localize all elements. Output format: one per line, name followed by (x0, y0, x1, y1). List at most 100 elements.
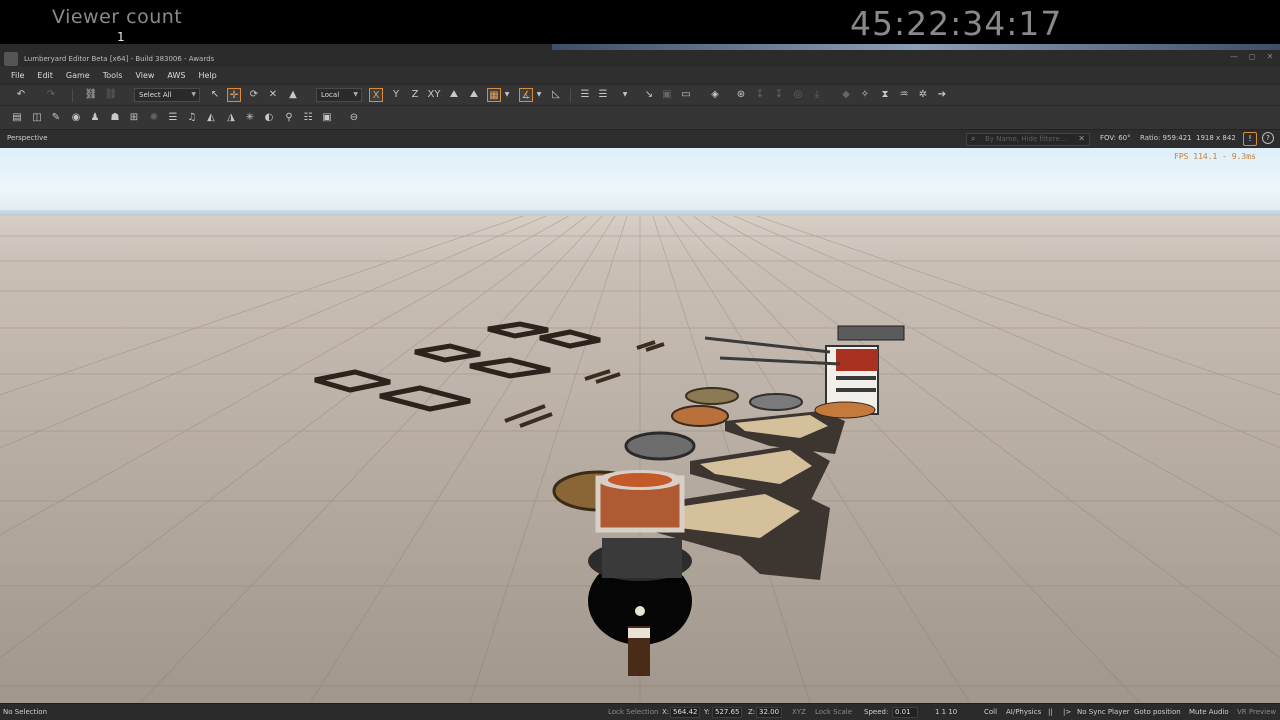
y-field[interactable]: 527.65 (712, 707, 742, 718)
resolution-readout[interactable]: 1918 x 842 (1196, 134, 1236, 142)
entity-icon[interactable]: ⊞ (127, 111, 141, 125)
camera-icon[interactable]: ▣ (660, 88, 674, 102)
checker-ground (0, 175, 1280, 703)
align-grid-icon[interactable]: ↧ (772, 88, 786, 102)
audio-icon[interactable]: ♒ (897, 88, 911, 102)
chevron-down-icon: ▼ (191, 91, 196, 98)
fps-readout: FPS 114.1 - 9.3ms (1174, 152, 1256, 161)
menu-help[interactable]: Help (198, 71, 216, 80)
track-icon[interactable]: ☰ (166, 111, 180, 125)
vertex-snap-icon[interactable]: ◆ (839, 88, 853, 102)
redo-icon[interactable]: ↷ (44, 88, 58, 102)
layer-icon[interactable]: ◫ (30, 111, 44, 125)
link-icon[interactable]: ⛓ (84, 88, 98, 102)
chevron-down-icon[interactable]: ▼ (535, 88, 543, 102)
bulb-icon[interactable]: ⚲ (282, 111, 296, 125)
z-field[interactable]: 32.00 (756, 707, 782, 718)
undo-icon[interactable]: ↶ (14, 88, 28, 102)
menu-view[interactable]: View (135, 71, 154, 80)
snap-terrain-icon[interactable]: ⛰ (467, 88, 481, 102)
console-icon[interactable]: ▣ (320, 111, 334, 125)
minimize-icon[interactable]: — (1230, 52, 1238, 62)
physics-icon[interactable]: ◎ (791, 88, 805, 102)
select-mode-dropdown[interactable]: Select All ▼ (134, 88, 200, 102)
database-icon[interactable]: ☷ (301, 111, 315, 125)
scale-tool-icon[interactable]: ✕ (266, 88, 280, 102)
chevron-down-icon[interactable]: ▼ (503, 88, 511, 102)
snap-grid-icon[interactable]: ▦ (487, 88, 501, 102)
viewport-name[interactable]: Perspective (7, 134, 48, 142)
folder-icon[interactable]: ▭ (679, 88, 693, 102)
status-bar: No Selection Lock Selection X: 564.42 Y:… (0, 703, 1280, 720)
map-icon[interactable]: ▤ (10, 111, 24, 125)
terrain-paint-icon[interactable]: ◮ (224, 111, 238, 125)
axis-y-button[interactable]: Y (389, 88, 403, 102)
lock-selection-toggle[interactable]: Lock Selection (608, 708, 658, 716)
ground-grid (0, 175, 1280, 703)
viewport-search-input[interactable]: ⌕ By Name, Hide filtere... ✕ (966, 133, 1090, 146)
figure-icon[interactable]: ☗ (108, 111, 122, 125)
chevron-down-icon[interactable]: ▼ (620, 88, 630, 102)
ai-physics-toggle[interactable]: AI/Physics (1006, 708, 1041, 716)
ratio-readout[interactable]: Ratio: 959:421 (1140, 134, 1192, 142)
collision-toggle[interactable]: Coll (984, 708, 997, 716)
character-icon[interactable]: ♟ (88, 111, 102, 125)
menu-aws[interactable]: AWS (167, 71, 185, 80)
flow-graph-icon[interactable]: ✲ (916, 88, 930, 102)
drop-to-ground-icon[interactable]: ⤓ (810, 88, 824, 102)
select-cursor-icon[interactable]: ↖ (208, 88, 222, 102)
headphones-icon[interactable]: ♫ (185, 111, 199, 125)
snap-angle-icon[interactable]: ∡ (519, 88, 533, 102)
axis-xy-button[interactable]: XY (427, 88, 441, 102)
align-icon[interactable]: ↧ (753, 88, 767, 102)
vegetation-icon[interactable]: ✳ (243, 111, 257, 125)
lock-scale-toggle[interactable]: Lock Scale (815, 708, 852, 716)
close-icon[interactable]: ✕ (1266, 52, 1274, 62)
terrain-edit-icon[interactable]: ◭ (204, 111, 218, 125)
material-ball-icon[interactable]: ◉ (69, 111, 83, 125)
layers-icon[interactable]: ◈ (708, 88, 722, 102)
lighting-icon[interactable]: ◐ (262, 111, 276, 125)
ruler-icon[interactable]: ◺ (549, 88, 563, 102)
play-button[interactable]: |> (1063, 708, 1071, 716)
vr-preview-toggle[interactable]: VR Preview (1237, 708, 1276, 716)
menu-edit[interactable]: Edit (37, 71, 53, 80)
pause-button[interactable]: || (1048, 708, 1053, 716)
sync-player-toggle[interactable]: No Sync Player (1077, 708, 1130, 716)
follow-terrain-icon[interactable]: ⛰ (447, 88, 461, 102)
terrain-tool-icon[interactable]: ▲ (286, 88, 300, 102)
perspective-viewport[interactable]: FPS 114.1 - 9.3ms (0, 148, 1280, 703)
menu-tools[interactable]: Tools (103, 71, 123, 80)
coordinate-space-dropdown[interactable]: Local ▼ (316, 88, 362, 102)
script-canvas-icon[interactable]: ➔ (935, 88, 949, 102)
x-field[interactable]: 564.42 (670, 707, 700, 718)
xyz-toggle[interactable]: XYZ (792, 708, 806, 716)
menu-file[interactable]: File (11, 71, 24, 80)
viewport-info-icon[interactable]: ! (1243, 132, 1257, 146)
axis-z-button[interactable]: Z (408, 88, 422, 102)
maximize-icon[interactable]: ◻ (1248, 52, 1256, 62)
material-icon[interactable]: ✧ (858, 88, 872, 102)
object-list-icon[interactable]: ☰ (578, 88, 592, 102)
move-tool-icon[interactable]: ✛ (227, 88, 241, 102)
edit-icon[interactable]: ✎ (49, 111, 63, 125)
menu-game[interactable]: Game (66, 71, 90, 80)
speed-field[interactable]: 0.01 (892, 707, 918, 718)
pick-icon[interactable]: ↘ (642, 88, 656, 102)
layer-list-icon[interactable]: ☰ (596, 88, 610, 102)
speed-steps[interactable]: 1 1 10 (935, 708, 957, 716)
rotate-tool-icon[interactable]: ⟳ (247, 88, 261, 102)
unlink-icon[interactable]: ⛓ (104, 88, 118, 102)
axis-x-button[interactable]: X (369, 88, 383, 102)
chevron-down-icon: ▼ (353, 91, 358, 98)
viewport-help-icon[interactable]: ? (1262, 132, 1274, 144)
mute-audio-toggle[interactable]: Mute Audio (1189, 708, 1229, 716)
particle-icon[interactable]: ✺ (147, 111, 161, 125)
editors-toolbar: ▤ ◫ ✎ ◉ ♟ ☗ ⊞ ✺ ☰ ♫ ◭ ◮ ✳ ◐ ⚲ ☷ ▣ ⊖ (0, 105, 1280, 129)
fov-readout[interactable]: FOV: 60° (1100, 134, 1131, 142)
clear-search-icon[interactable]: ✕ (1078, 134, 1085, 143)
track-view-icon[interactable]: ⧗ (878, 88, 892, 102)
goto-position-button[interactable]: Goto position (1134, 708, 1181, 716)
goto-icon[interactable]: ⊛ (734, 88, 748, 102)
lua-icon[interactable]: ⊖ (347, 111, 361, 125)
